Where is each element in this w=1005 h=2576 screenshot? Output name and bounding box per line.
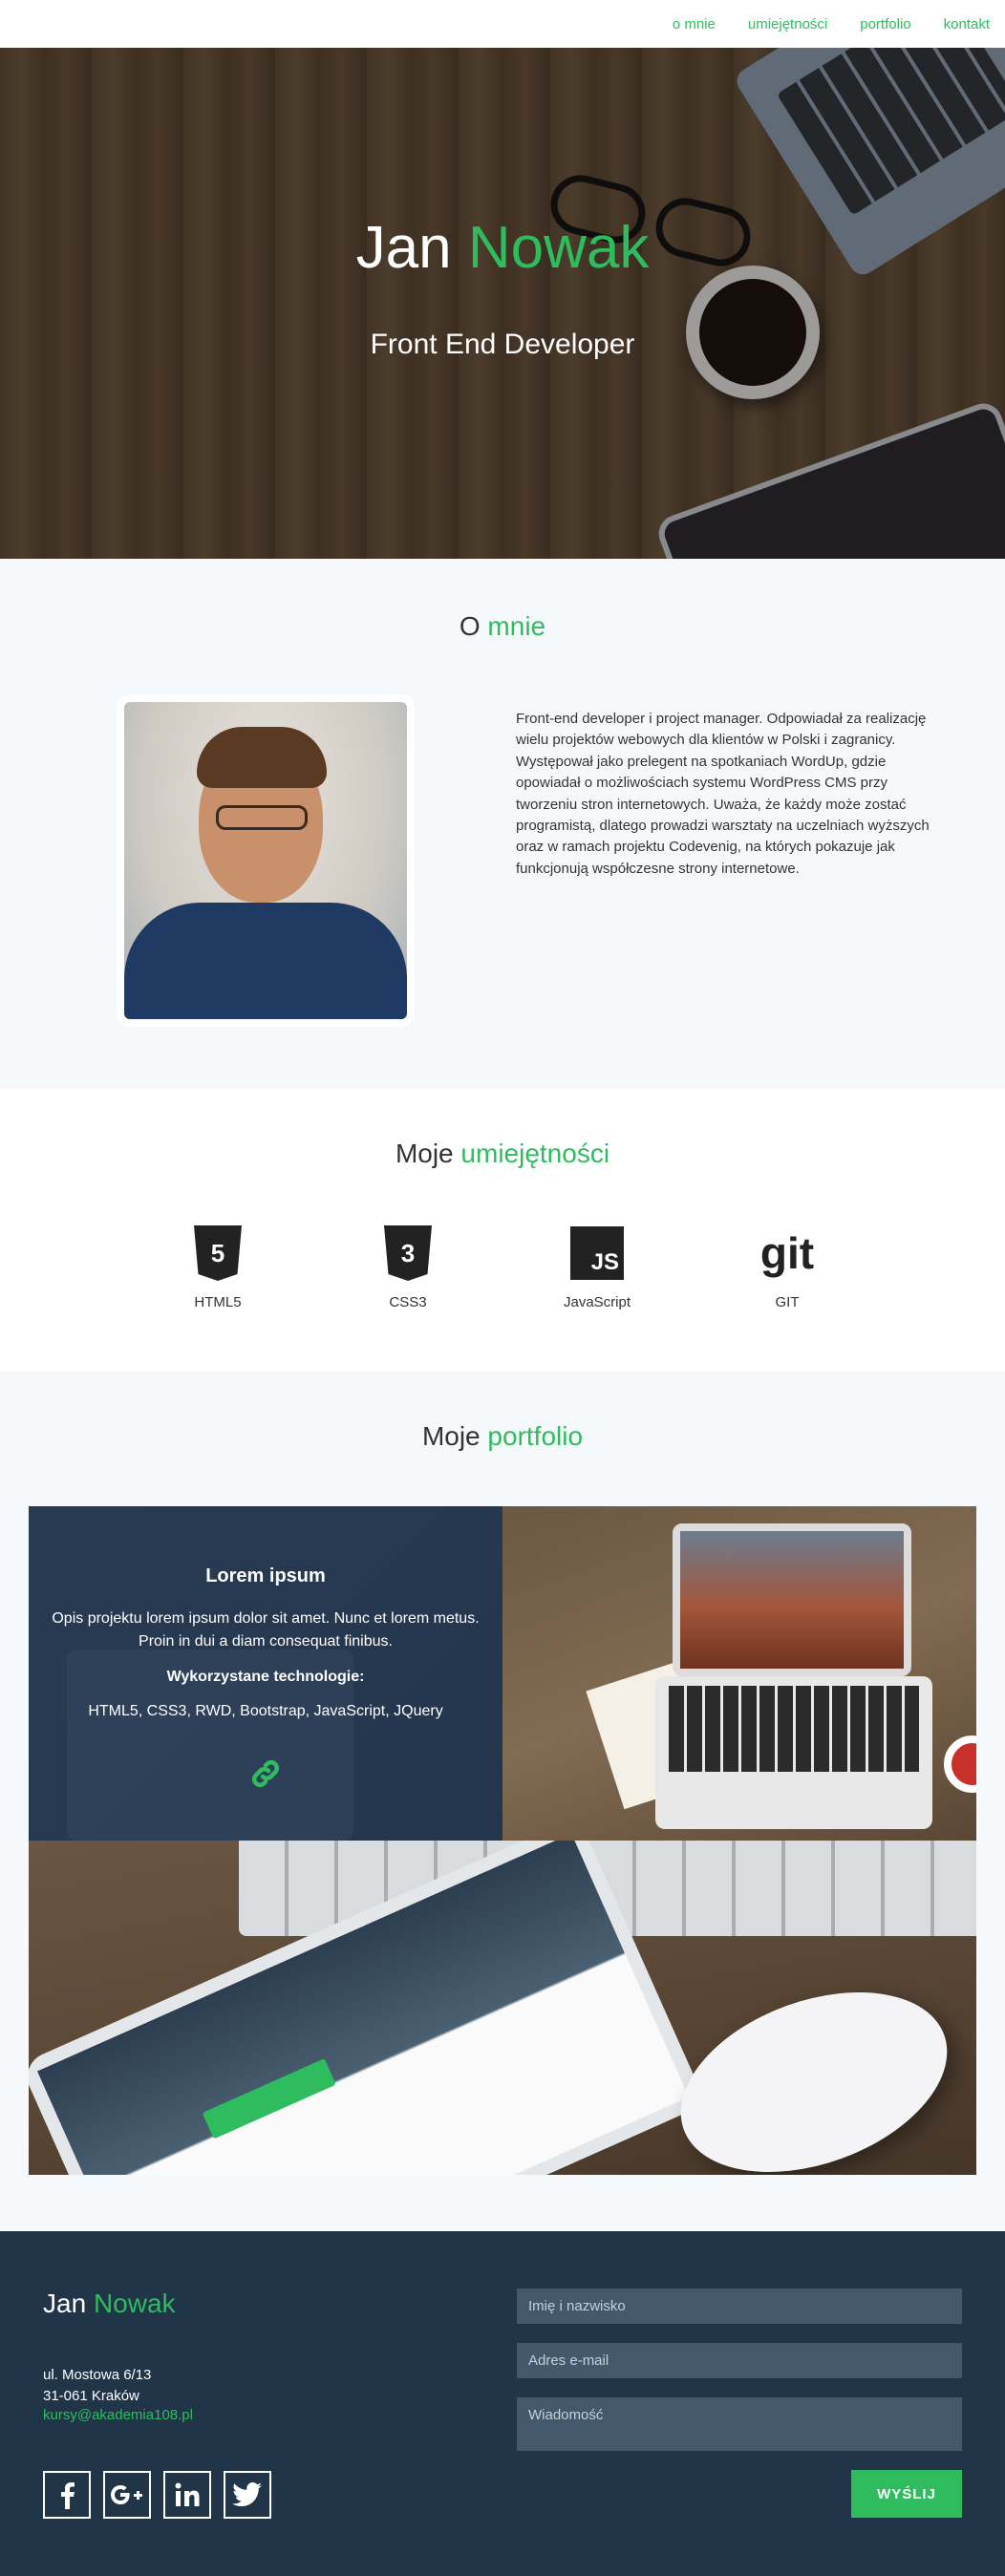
name-input[interactable] — [517, 2289, 962, 2324]
message-textarea[interactable] — [517, 2397, 962, 2451]
project-tech-label: Wykorzystane technologie: — [166, 1669, 365, 1685]
skill-item-html5: 5 HTML5 — [160, 1225, 275, 1310]
skill-name: JavaScript — [563, 1294, 631, 1310]
portfolio-title-highlight: portfolio — [487, 1421, 584, 1451]
css3-icon: 3 — [380, 1225, 436, 1281]
about-title-highlight: mnie — [487, 611, 546, 641]
hero-banner: Jan Nowak Front End Developer — [0, 48, 1005, 559]
nav-link-contact[interactable]: kontakt — [944, 16, 990, 32]
nav-link-portfolio[interactable]: portfolio — [860, 16, 910, 32]
nav-link-about[interactable]: o mnie — [673, 16, 716, 32]
linkedin-icon[interactable] — [163, 2471, 211, 2519]
about-title: O mnie — [0, 611, 1005, 642]
skills-title-prefix: Moje — [395, 1139, 454, 1168]
portfolio-title: Moje portfolio — [0, 1421, 1005, 1452]
html5-icon: 5 — [190, 1225, 246, 1281]
skill-item-css3: 3 CSS3 — [351, 1225, 465, 1310]
project-description: Opis projektu lorem ipsum dolor sit amet… — [52, 1610, 480, 1650]
send-button[interactable]: WYŚLIJ — [851, 2470, 962, 2518]
footer-brand-last: Nowak — [93, 2289, 176, 2318]
footer-brand: Jan Nowak — [43, 2289, 176, 2319]
portfolio-tile-ifirma[interactable] — [29, 1841, 976, 2175]
footer-brand-first: Jan — [43, 2289, 87, 2318]
portfolio-tile-hover[interactable]: Lorem ipsum Opis projektu lorem ipsum do… — [29, 1506, 502, 1841]
hero-subtitle: Front End Developer — [370, 329, 635, 360]
nav-link-skills[interactable]: umiejętności — [748, 16, 827, 32]
contact-footer: Jan Nowak ul. Mostowa 6/13 31-061 Kraków… — [0, 2231, 1005, 2576]
skills-title-highlight: umiejętności — [460, 1139, 610, 1168]
project-title: Lorem ipsum — [205, 1565, 326, 1586]
top-navigation: o mnie umiejętności portfolio kontakt — [0, 0, 1005, 48]
profile-photo — [124, 702, 407, 1019]
facebook-icon[interactable] — [43, 2471, 91, 2519]
email-input[interactable] — [517, 2343, 962, 2378]
footer-email-link[interactable]: kursy@akademia108.pl — [43, 2407, 193, 2423]
address-line-city: 31-061 Kraków — [43, 2388, 139, 2404]
project-tech-list: HTML5, CSS3, RWD, Bootstrap, JavaScript,… — [88, 1703, 443, 1719]
address-line-street: ul. Mostowa 6/13 — [43, 2367, 152, 2383]
portfolio-title-prefix: Moje — [421, 1421, 481, 1451]
git-icon: git — [759, 1228, 815, 1278]
portfolio-section: Moje portfolio Lorem ipsum Opis projektu… — [0, 1372, 1005, 2231]
hero-title: Jan Nowak — [0, 214, 1005, 282]
javascript-icon: JS — [569, 1225, 625, 1281]
footer-address: ul. Mostowa 6/13 31-061 Kraków — [43, 2365, 151, 2407]
google-plus-icon[interactable] — [103, 2471, 151, 2519]
skill-item-git: git GIT — [730, 1225, 845, 1310]
portfolio-tile-virtual-reality[interactable] — [502, 1506, 976, 1841]
about-title-prefix: O — [459, 611, 481, 641]
hero-last-name: Nowak — [467, 215, 650, 281]
about-description: Front-end developer i project manager. O… — [516, 711, 930, 877]
hero-first-name: Jan — [355, 215, 452, 281]
skills-title: Moje umiejętności — [0, 1139, 1005, 1169]
skill-item-javascript: JS JavaScript — [540, 1225, 654, 1310]
skill-name: HTML5 — [194, 1294, 242, 1310]
skills-section: Moje umiejętności 5 HTML5 3 CSS3 JS Java… — [0, 1089, 1005, 1372]
skill-name: CSS3 — [389, 1294, 427, 1310]
link-icon[interactable] — [246, 1755, 285, 1793]
about-section: O mnie Front-end developer i project man… — [0, 559, 1005, 1089]
skill-name: GIT — [775, 1294, 800, 1310]
twitter-icon[interactable] — [224, 2471, 271, 2519]
